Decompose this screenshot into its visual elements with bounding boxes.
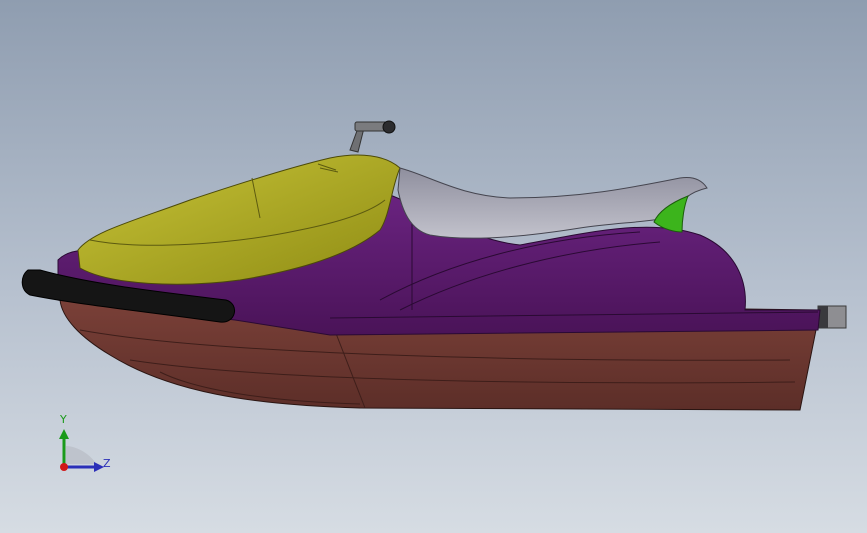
jet-ski-model[interactable] <box>0 0 867 533</box>
z-axis-label: Z <box>103 457 111 470</box>
stern-cap[interactable] <box>817 305 847 329</box>
y-axis-label: Y <box>60 413 67 426</box>
handlebar[interactable] <box>349 120 396 153</box>
view-orientation-triad: Y Z <box>48 412 118 478</box>
graphics-viewport[interactable]: Y Z <box>0 0 867 533</box>
